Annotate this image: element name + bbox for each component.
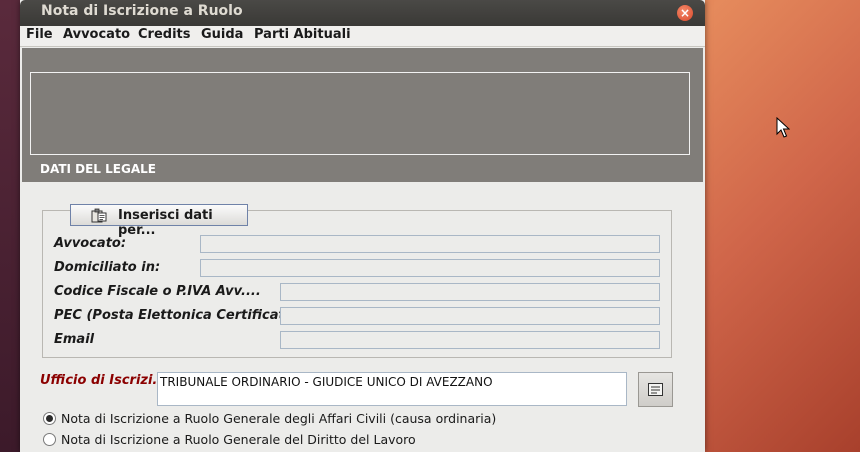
insert-data-label: Inserisci dati per... xyxy=(118,208,213,238)
option-diritto-lavoro-label: Nota di Iscrizione a Ruolo Generale del … xyxy=(61,432,416,447)
codice-fiscale-label: Codice Fiscale o P.IVA Avv.... xyxy=(54,284,261,299)
pec-label: PEC (Posta Elettonica Certificata) xyxy=(54,308,300,323)
title-bar[interactable]: Nota di Iscrizione a Ruolo × xyxy=(20,0,705,26)
menu-guida[interactable]: Guida xyxy=(201,27,243,42)
section-title: DATI DEL LEGALE xyxy=(40,162,156,176)
insert-data-button[interactable]: Inserisci dati per... xyxy=(70,204,248,238)
ufficio-value: TRIBUNALE ORDINARIO - GIUDICE UNICO DI A… xyxy=(160,375,493,389)
email-field[interactable] xyxy=(280,331,660,349)
domiciliato-field[interactable] xyxy=(200,259,660,277)
header-banner-box xyxy=(30,72,690,155)
option-affari-civili-label: Nota di Iscrizione a Ruolo Generale degl… xyxy=(61,411,497,426)
ufficio-picker-button[interactable] xyxy=(638,372,673,407)
menu-bar: File Avvocato Credits Guida Parti Abitua… xyxy=(20,26,705,47)
menu-avvocato[interactable]: Avvocato xyxy=(63,27,130,42)
close-icon[interactable]: × xyxy=(677,5,693,21)
menu-credits[interactable]: Credits xyxy=(138,27,190,42)
menu-parti-abituali[interactable]: Parti Abituali xyxy=(254,27,351,42)
ufficio-label: Ufficio di Iscrizi... xyxy=(40,373,168,388)
clipboard-icon xyxy=(91,208,107,223)
email-label: Email xyxy=(54,332,95,347)
radio-unselected[interactable] xyxy=(43,433,56,446)
window-title: Nota di Iscrizione a Ruolo xyxy=(41,3,243,19)
avvocato-field[interactable] xyxy=(200,235,660,253)
menu-file[interactable]: File xyxy=(26,27,53,42)
list-picker-icon xyxy=(648,383,663,396)
avvocato-label: Avvocato: xyxy=(54,236,127,251)
mouse-pointer-icon xyxy=(776,117,790,138)
codice-fiscale-field[interactable] xyxy=(280,283,660,301)
header-panel: DATI DEL LEGALE xyxy=(22,48,703,182)
pec-field[interactable] xyxy=(280,307,660,325)
radio-selected[interactable] xyxy=(43,412,56,425)
domiciliato-label: Domiciliato in: xyxy=(54,260,161,275)
desktop-launcher-edge xyxy=(0,0,20,452)
ufficio-field[interactable]: TRIBUNALE ORDINARIO - GIUDICE UNICO DI A… xyxy=(157,372,627,406)
app-window: Nota di Iscrizione a Ruolo × File Avvoca… xyxy=(20,0,705,452)
